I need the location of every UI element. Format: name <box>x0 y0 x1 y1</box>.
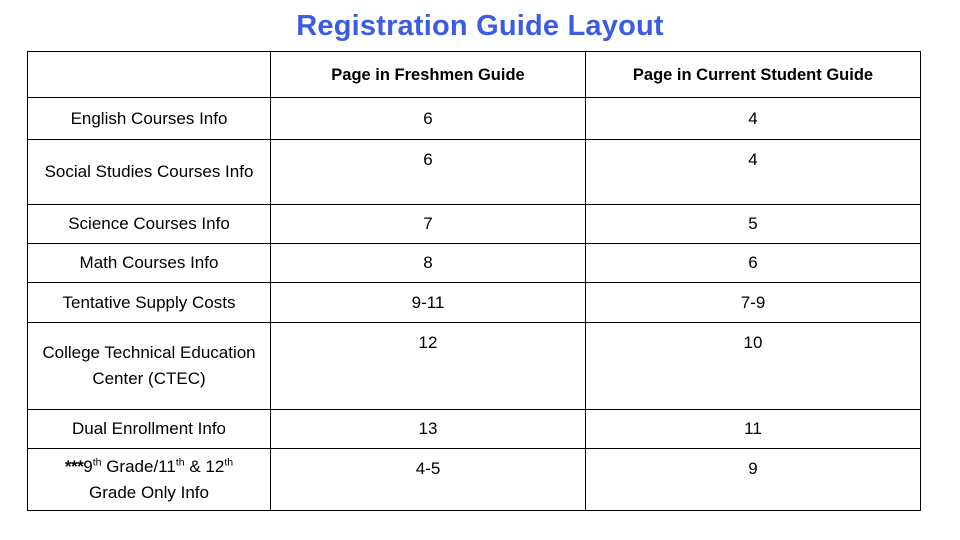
registration-guide-table-container: Page in Freshmen Guide Page in Current S… <box>27 51 921 511</box>
cell-current-page-english: 4 <box>585 97 921 140</box>
table-header-row: Page in Freshmen Guide Page in Current S… <box>27 51 921 98</box>
cell-current-page-grade-only: 9 <box>585 448 921 511</box>
cell-current-page-supply-costs: 7-9 <box>585 282 921 323</box>
table-row: English Courses Info 6 4 <box>27 97 921 140</box>
asterisks-marker: *** <box>64 456 84 476</box>
row-label-math-courses-info: Math Courses Info <box>27 243 271 283</box>
page-title: Registration Guide Layout <box>296 10 664 42</box>
cell-freshmen-page-science: 7 <box>270 204 586 244</box>
row-label-dual-enrollment-info: Dual Enrollment Info <box>27 409 271 449</box>
cell-current-page-science: 5 <box>585 204 921 244</box>
cell-current-page-math: 6 <box>585 243 921 283</box>
row-label-tentative-supply-costs: Tentative Supply Costs <box>27 282 271 323</box>
cell-freshmen-page-supply-costs: 9-11 <box>270 282 586 323</box>
table-row: Social Studies Courses Info 6 4 <box>27 139 921 205</box>
table-row: College Technical Education Center (CTEC… <box>27 322 921 410</box>
ordinal-suffix: th <box>175 455 185 468</box>
cell-current-page-ctec: 10 <box>585 322 921 410</box>
cell-freshmen-page-english: 6 <box>270 97 586 140</box>
header-page-in-freshmen-guide: Page in Freshmen Guide <box>270 51 586 98</box>
ordinal-suffix: th <box>224 455 234 468</box>
row-label-social-studies-courses-info: Social Studies Courses Info <box>27 139 271 205</box>
table-row: Math Courses Info 8 6 <box>27 243 921 283</box>
ordinal-suffix: th <box>92 455 102 468</box>
table-row: Tentative Supply Costs 9-11 7-9 <box>27 282 921 323</box>
cell-current-page-social-studies: 4 <box>585 139 921 205</box>
table-body: English Courses Info 6 4 Social Studies … <box>27 97 921 511</box>
row-label-grade-only-info: ***9th Grade/11th & 12th Grade Only Info <box>27 448 271 511</box>
cell-current-page-dual-enrollment: 11 <box>585 409 921 449</box>
cell-freshmen-page-social-studies: 6 <box>270 139 586 205</box>
header-page-in-current-student-guide: Page in Current Student Guide <box>585 51 921 98</box>
cell-freshmen-page-dual-enrollment: 13 <box>270 409 586 449</box>
row-label-college-technical-education-center: College Technical Education Center (CTEC… <box>27 322 271 410</box>
cell-freshmen-page-math: 8 <box>270 243 586 283</box>
registration-guide-table: Page in Freshmen Guide Page in Current S… <box>27 51 921 511</box>
row-label-english-courses-info: English Courses Info <box>27 97 271 140</box>
table-row: Science Courses Info 7 5 <box>27 204 921 244</box>
slide-canvas: Registration Guide Layout Page in Freshm… <box>0 0 960 540</box>
table-row: Dual Enrollment Info 13 11 <box>27 409 921 449</box>
row-label-science-courses-info: Science Courses Info <box>27 204 271 244</box>
header-corner-cell <box>27 51 271 98</box>
cell-freshmen-page-grade-only: 4-5 <box>270 448 586 511</box>
cell-freshmen-page-ctec: 12 <box>270 322 586 410</box>
table-row: ***9th Grade/11th & 12th Grade Only Info … <box>27 448 921 511</box>
table-header: Page in Freshmen Guide Page in Current S… <box>27 51 921 98</box>
